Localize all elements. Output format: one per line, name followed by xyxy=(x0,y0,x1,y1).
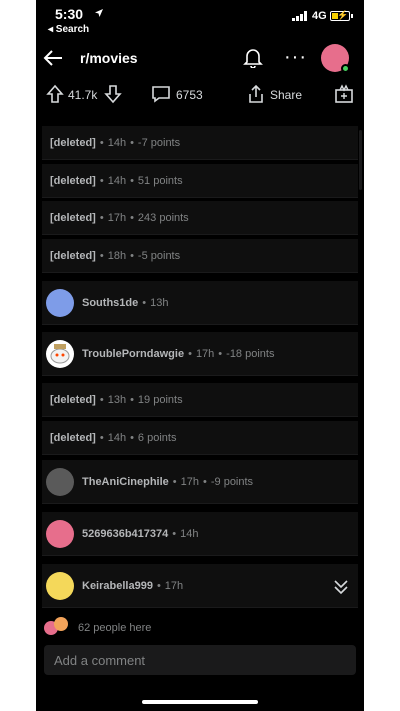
commenter-avatar[interactable] xyxy=(46,467,74,496)
collapsed-comment[interactable]: [deleted] • 14h • 6 points xyxy=(42,421,358,455)
comment-age: 14h xyxy=(107,431,127,444)
vote-count: 41.7k xyxy=(68,88,98,102)
online-status-dot xyxy=(341,64,350,73)
people-here-indicator: 62 people here xyxy=(44,617,344,639)
post-action-bar: 41.7k 6753 Share xyxy=(36,82,364,108)
scrollbar[interactable] xyxy=(359,130,362,190)
collapsed-comment[interactable]: [deleted] • 13h • 19 points xyxy=(42,383,358,417)
signal-icon xyxy=(292,11,307,21)
location-arrow-icon xyxy=(95,9,103,17)
comment-author: [deleted] xyxy=(50,136,96,149)
comment-points: 51 points xyxy=(137,174,183,187)
collapsed-comment[interactable]: TroublePorndawgie • 17h • -18 points xyxy=(42,332,358,376)
comment-age: 17h xyxy=(107,211,127,224)
comment-age: 17h xyxy=(195,347,215,360)
collapsed-comment[interactable]: [deleted] • 18h • -5 points xyxy=(42,239,358,273)
add-comment-input[interactable]: Add a comment xyxy=(44,645,356,675)
collapsed-comment[interactable]: TheAniCinephile • 17h • -9 points xyxy=(42,460,358,504)
collapsed-comment[interactable]: Souths1de • 13h xyxy=(42,281,358,325)
battery-cap xyxy=(351,14,353,18)
comment-age: 17h xyxy=(180,475,199,488)
viewer-avatar xyxy=(54,617,68,631)
comment-age: 14h xyxy=(107,174,127,187)
award-icon[interactable] xyxy=(334,84,354,104)
comment-points: 243 points xyxy=(137,211,189,224)
comment-author: [deleted] xyxy=(50,174,96,187)
share-icon[interactable] xyxy=(246,84,266,104)
comment-points: 19 points xyxy=(137,393,183,406)
comment-age: 14h xyxy=(180,527,199,540)
comment-author: [deleted] xyxy=(50,211,96,224)
status-time: 5:30 xyxy=(55,6,84,22)
share-button[interactable]: Share xyxy=(270,88,302,102)
comment-author[interactable]: TroublePorndawgie xyxy=(82,348,184,360)
comment-points: -7 points xyxy=(137,136,181,149)
comment-age: 14h xyxy=(107,136,127,149)
comment-count: 6753 xyxy=(176,88,203,102)
top-nav: r/movies ··· xyxy=(36,40,364,76)
comment-points: -9 points xyxy=(210,475,254,488)
comment-author[interactable]: Keirabella999 xyxy=(82,580,153,592)
comment-age: 18h xyxy=(107,249,127,262)
collapsed-comment[interactable]: [deleted] • 14h • -7 points xyxy=(42,126,358,160)
collapsed-comment[interactable]: Keirabella999 • 17h xyxy=(42,564,358,608)
commenter-avatar[interactable] xyxy=(46,571,74,600)
comment-author[interactable]: Souths1de xyxy=(82,297,138,309)
commenter-avatar[interactable] xyxy=(46,288,74,317)
chevron-double-down-icon[interactable] xyxy=(332,578,350,596)
commenter-avatar[interactable] xyxy=(46,519,74,548)
comment-age: 13h xyxy=(107,393,127,406)
comment-points: -18 points xyxy=(226,347,275,360)
comment-author: [deleted] xyxy=(50,249,96,262)
app-screen: 5:30 ◂ Search 4G ⚡ r/movies ··· 41.7k 67… xyxy=(36,0,364,711)
back-arrow-icon[interactable] xyxy=(42,47,64,69)
back-to-search-link[interactable]: ◂ Search xyxy=(48,24,89,35)
comment-icon[interactable] xyxy=(151,85,171,103)
collapsed-comment[interactable]: 5269636b417374 • 14h xyxy=(42,512,358,556)
subreddit-title[interactable]: r/movies xyxy=(80,50,138,66)
comment-author[interactable]: TheAniCinephile xyxy=(82,476,169,488)
battery-icon: ⚡ xyxy=(330,10,350,21)
comment-author: [deleted] xyxy=(50,431,96,444)
comment-age: 13h xyxy=(150,296,169,309)
network-type: 4G xyxy=(312,10,327,22)
comment-points: 6 points xyxy=(137,431,177,444)
downvote-icon[interactable] xyxy=(104,84,122,104)
home-indicator[interactable] xyxy=(142,700,258,704)
comment-points: -5 points xyxy=(137,249,181,262)
more-options-icon[interactable]: ··· xyxy=(284,46,307,69)
comment-age: 17h xyxy=(164,579,184,592)
comment-author: [deleted] xyxy=(50,393,96,406)
collapsed-comment[interactable]: [deleted] • 14h • 51 points xyxy=(42,164,358,198)
people-here-text: 62 people here xyxy=(78,622,152,634)
upvote-icon[interactable] xyxy=(46,84,64,104)
snoo-avatar-icon xyxy=(50,343,70,363)
commenter-avatar[interactable] xyxy=(46,339,74,368)
status-bar: 5:30 ◂ Search 4G ⚡ xyxy=(36,0,364,38)
collapsed-comment[interactable]: [deleted] • 17h • 243 points xyxy=(42,201,358,235)
bell-icon[interactable] xyxy=(242,46,264,68)
comment-author[interactable]: 5269636b417374 xyxy=(82,528,168,540)
